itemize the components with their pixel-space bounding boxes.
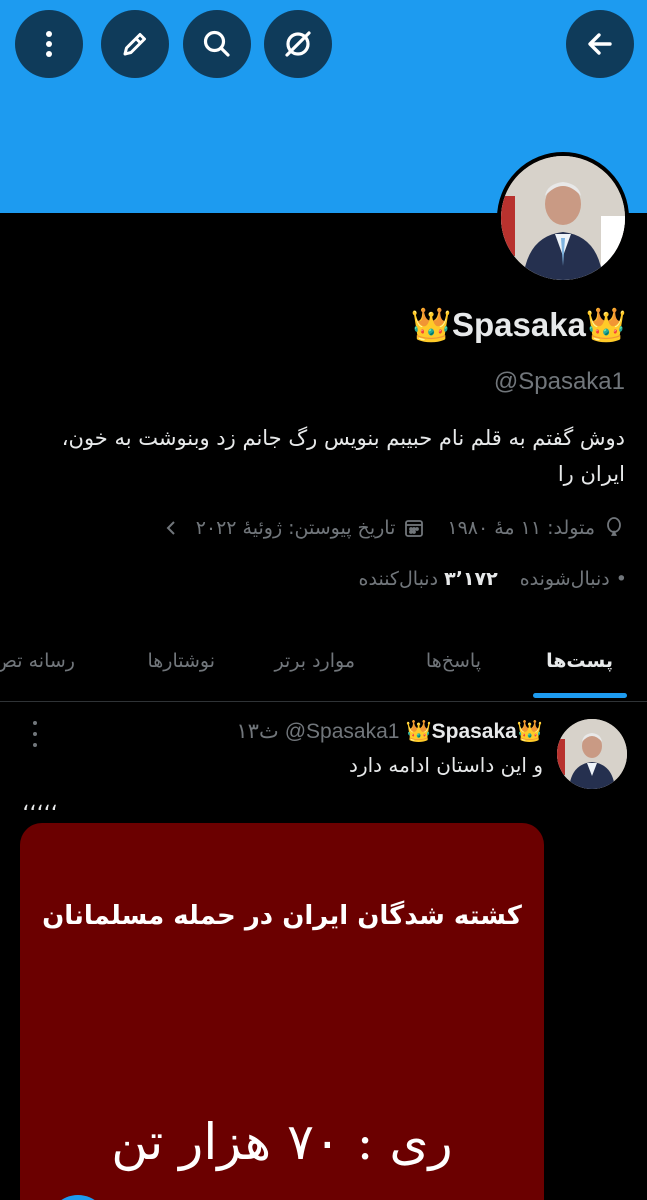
profile-name: 👑Spasaka👑 xyxy=(410,306,627,343)
post-time[interactable]: ۱۳ث xyxy=(236,719,278,744)
post-header: ۱۳ث @Spasaka1 👑Spasaka👑 xyxy=(236,719,543,744)
back-arrow-icon xyxy=(588,33,612,55)
search-button[interactable] xyxy=(183,10,251,78)
post-author-name[interactable]: 👑Spasaka👑 xyxy=(405,720,543,744)
media-caption: ری : ۷۰ هزار تن xyxy=(111,1113,453,1171)
hide-button[interactable] xyxy=(264,10,332,78)
edit-icon xyxy=(123,33,146,56)
tab-posts[interactable]: پست‌ها xyxy=(546,650,613,672)
post-avatar[interactable] xyxy=(557,719,627,789)
profile-meta: متولد: ۱۱ مهٔ ۱۹۸۰ تاریخ پیوستن: ژوئیهٔ … xyxy=(160,512,625,544)
followers-label: دنبال‌کننده xyxy=(358,568,439,590)
edit-button[interactable] xyxy=(101,10,169,78)
following-link[interactable]: • دنبال‌شونده xyxy=(520,568,627,590)
calendar-icon xyxy=(405,520,424,537)
tab-highlights[interactable]: موارد برتر xyxy=(275,650,356,672)
tab-media[interactable]: رسانه تص xyxy=(0,650,75,672)
post-card[interactable]: ۱۳ث @Spasaka1 👑Spasaka👑 و این داستان ادا… xyxy=(0,703,647,1200)
post-more-icon[interactable] xyxy=(24,721,46,747)
followers-count: ۳٬۱۷۲ xyxy=(444,568,498,590)
birth-date: متولد: ۱۱ مهٔ ۱۹۸۰ xyxy=(447,517,595,539)
following-label: دنبال‌شونده xyxy=(519,568,610,590)
hide-icon xyxy=(285,31,311,57)
post-avatar-photo xyxy=(557,719,627,789)
profile-handle: @Spasaka1 xyxy=(493,368,625,395)
tab-articles[interactable]: نوشتارها xyxy=(147,650,215,672)
more-options-button[interactable] xyxy=(15,10,83,78)
profile-tabs: پست‌ها پاسخ‌ها موارد برتر نوشتارها رسانه… xyxy=(0,622,647,702)
tab-replies[interactable]: پاسخ‌ها xyxy=(426,650,481,672)
post-quote-marks: ،،،،، xyxy=(22,791,59,816)
post-media-image[interactable]: کشته شدگان ایران در حمله مسلمانان ری : ۷… xyxy=(20,823,544,1200)
chevron-left-icon[interactable] xyxy=(160,517,182,539)
active-tab-indicator xyxy=(533,693,627,698)
post-handle[interactable]: @Spasaka1 xyxy=(285,720,400,744)
profile-bio: دوش گفتم به قلم نام حبیبم بنویس رگ جانم … xyxy=(61,426,625,486)
join-date: تاریخ پیوستن: ژوئیهٔ ۲۰۲۲ xyxy=(195,517,396,539)
back-button[interactable] xyxy=(566,10,634,78)
search-icon xyxy=(203,30,230,57)
followers-link[interactable]: ۳٬۱۷۲ دنبال‌کننده xyxy=(359,568,498,590)
profile-avatar[interactable] xyxy=(497,152,629,284)
media-title: کشته شدگان ایران در حمله مسلمانان xyxy=(42,901,522,931)
balloon-icon xyxy=(607,517,621,536)
avatar-photo xyxy=(501,156,625,280)
post-text: و این داستان ادامه دارد xyxy=(349,753,543,777)
more-icon xyxy=(46,31,52,57)
follow-stats: • دنبال‌شونده ۳٬۱۷۲ دنبال‌کننده xyxy=(359,568,627,590)
